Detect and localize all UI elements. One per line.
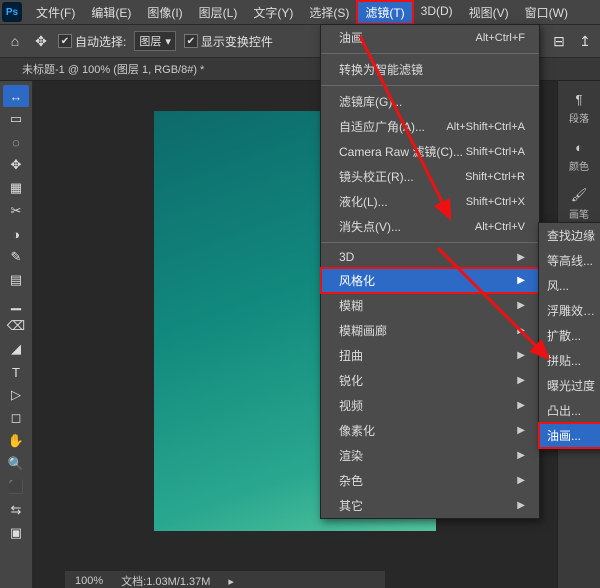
tool-10[interactable]: ⌫ — [3, 315, 29, 337]
submenu-item-油画...[interactable]: 油画... — [539, 423, 600, 448]
menu-item-模糊[interactable]: 模糊▶ — [321, 293, 539, 318]
menubar: Ps 文件(F)编辑(E)图像(I)图层(L)文字(Y)选择(S)滤镜(T)3D… — [0, 0, 600, 25]
tool-11[interactable]: ◢ — [3, 338, 29, 360]
menu-文件(F)[interactable]: 文件(F) — [28, 1, 83, 24]
submenu-item-风...[interactable]: 风... — [539, 273, 600, 298]
document-tab[interactable]: 未标题-1 @ 100% (图层 1, RGB/8#) * — [14, 59, 212, 79]
app-logo: Ps — [2, 2, 22, 22]
panel-label: 画笔 — [569, 206, 589, 221]
submenu-item-扩散...[interactable]: 扩散... — [539, 323, 600, 348]
menu-item-滤镜库(G)...[interactable]: 滤镜库(G)... — [321, 89, 539, 114]
tool-15[interactable]: ✋ — [3, 430, 29, 452]
status-bar: 100% 文档:1.03M/1.37M ▸ — [65, 571, 385, 588]
tool-12[interactable]: T — [3, 361, 29, 383]
auto-select-target[interactable]: 图层 ▾ — [134, 31, 176, 51]
submenu-item-浮雕效果...[interactable]: 浮雕效果... — [539, 298, 600, 323]
menu-item-消失点(V)...[interactable]: 消失点(V)...Alt+Ctrl+V — [321, 214, 539, 239]
tool-17[interactable]: ⬛ — [3, 476, 29, 498]
tool-18[interactable]: ⇆ — [3, 499, 29, 521]
menu-3D(D)[interactable]: 3D(D) — [413, 1, 461, 24]
checkbox-icon: ✔ — [58, 34, 72, 48]
submenu-item-等高线...[interactable]: 等高线... — [539, 248, 600, 273]
doc-info: 文档:1.03M/1.37M — [121, 573, 210, 588]
checkbox-icon: ✔ — [184, 34, 198, 48]
menu-item-Camera Raw 滤镜(C)...[interactable]: Camera Raw 滤镜(C)...Shift+Ctrl+A — [321, 139, 539, 164]
tool-19[interactable]: ▣ — [3, 522, 29, 544]
menu-item-其它[interactable]: 其它▶ — [321, 493, 539, 518]
menu-item-油画[interactable]: 油画Alt+Ctrl+F — [321, 25, 539, 50]
submenu-item-曝光过度[interactable]: 曝光过度 — [539, 373, 600, 398]
menu-item-转换为智能滤镜[interactable]: 转换为智能滤镜 — [321, 57, 539, 82]
menu-item-风格化[interactable]: 风格化▶ — [321, 268, 539, 293]
menu-图层(L)[interactable]: 图层(L) — [191, 1, 246, 24]
menu-图像(I)[interactable]: 图像(I) — [139, 1, 190, 24]
tool-0[interactable]: ↔ — [3, 85, 29, 107]
tool-1[interactable]: ▭ — [3, 108, 29, 130]
tool-14[interactable]: ◻ — [3, 407, 29, 429]
show-transform-option[interactable]: ✔ 显示变换控件 — [184, 33, 273, 50]
menu-item-杂色[interactable]: 杂色▶ — [321, 468, 539, 493]
menu-文字(Y)[interactable]: 文字(Y) — [245, 1, 301, 24]
menu-滤镜(T)[interactable]: 滤镜(T) — [357, 1, 412, 24]
move-tool-icon[interactable]: ✥ — [32, 32, 50, 50]
menu-窗口(W)[interactable]: 窗口(W) — [517, 1, 576, 24]
zoom-level[interactable]: 100% — [75, 575, 103, 587]
submenu-item-查找边缘[interactable]: 查找边缘 — [539, 223, 600, 248]
menu-item-锐化[interactable]: 锐化▶ — [321, 368, 539, 393]
menu-item-液化(L)...[interactable]: 液化(L)...Shift+Ctrl+X — [321, 189, 539, 214]
menu-item-自适应广角(A)...[interactable]: 自适应广角(A)...Alt+Shift+Ctrl+A — [321, 114, 539, 139]
menu-item-模糊画廊[interactable]: 模糊画廊▶ — [321, 318, 539, 343]
menu-item-视频[interactable]: 视频▶ — [321, 393, 539, 418]
share-icon[interactable]: ↥ — [576, 32, 594, 50]
tool-16[interactable]: 🔍 — [3, 453, 29, 475]
filter-menu: 油画Alt+Ctrl+F 转换为智能滤镜滤镜库(G)...自适应广角(A)...A… — [320, 24, 540, 519]
submenu-item-拼贴...[interactable]: 拼贴... — [539, 348, 600, 373]
menu-编辑(E)[interactable]: 编辑(E) — [83, 1, 139, 24]
panel-颜色[interactable]: ◐ 颜色 — [569, 135, 589, 177]
menu-item-3D[interactable]: 3D▶ — [321, 246, 539, 268]
tool-8[interactable]: ▤ — [3, 269, 29, 291]
chevron-right-icon[interactable]: ▸ — [228, 575, 234, 588]
tool-4[interactable]: ▦ — [3, 177, 29, 199]
menu-item-扭曲[interactable]: 扭曲▶ — [321, 343, 539, 368]
panel-icon: ¶ — [569, 91, 589, 107]
tool-9[interactable]: ▁ — [3, 292, 29, 314]
panel-icon: ◐ — [569, 139, 589, 155]
menu-视图(V)[interactable]: 视图(V) — [461, 1, 517, 24]
panel-段落[interactable]: ¶ 段落 — [569, 87, 589, 129]
show-transform-label: 显示变换控件 — [201, 33, 273, 50]
stylize-submenu: 查找边缘等高线...风...浮雕效果...扩散...拼贴...曝光过度凸出...… — [538, 222, 600, 449]
tool-3[interactable]: ✥ — [3, 154, 29, 176]
menu-选择(S)[interactable]: 选择(S) — [301, 1, 357, 24]
menu-item-镜头校正(R)...[interactable]: 镜头校正(R)...Shift+Ctrl+R — [321, 164, 539, 189]
home-icon[interactable]: ⌂ — [6, 32, 24, 50]
chevron-down-icon: ▾ — [165, 35, 171, 48]
panel-icon: 🖌 — [569, 187, 589, 203]
submenu-item-凸出...[interactable]: 凸出... — [539, 398, 600, 423]
align-icon[interactable]: ⊟ — [550, 32, 568, 50]
panel-label: 颜色 — [569, 158, 589, 173]
menu-item-渲染[interactable]: 渲染▶ — [321, 443, 539, 468]
tools-panel: ↔▭◌✥▦✂◑✎▤▁⌫◢T▷◻✋🔍⬛⇆▣ — [0, 81, 33, 588]
tool-2[interactable]: ◌ — [3, 131, 29, 153]
menu-item-像素化[interactable]: 像素化▶ — [321, 418, 539, 443]
panel-label: 段落 — [569, 110, 589, 125]
auto-select-option[interactable]: ✔ 自动选择: — [58, 33, 126, 50]
tool-6[interactable]: ◑ — [3, 223, 29, 245]
tool-7[interactable]: ✎ — [3, 246, 29, 268]
tool-13[interactable]: ▷ — [3, 384, 29, 406]
panel-画笔[interactable]: 🖌 画笔 — [569, 183, 589, 225]
tool-5[interactable]: ✂ — [3, 200, 29, 222]
auto-select-label: 自动选择: — [75, 33, 126, 50]
